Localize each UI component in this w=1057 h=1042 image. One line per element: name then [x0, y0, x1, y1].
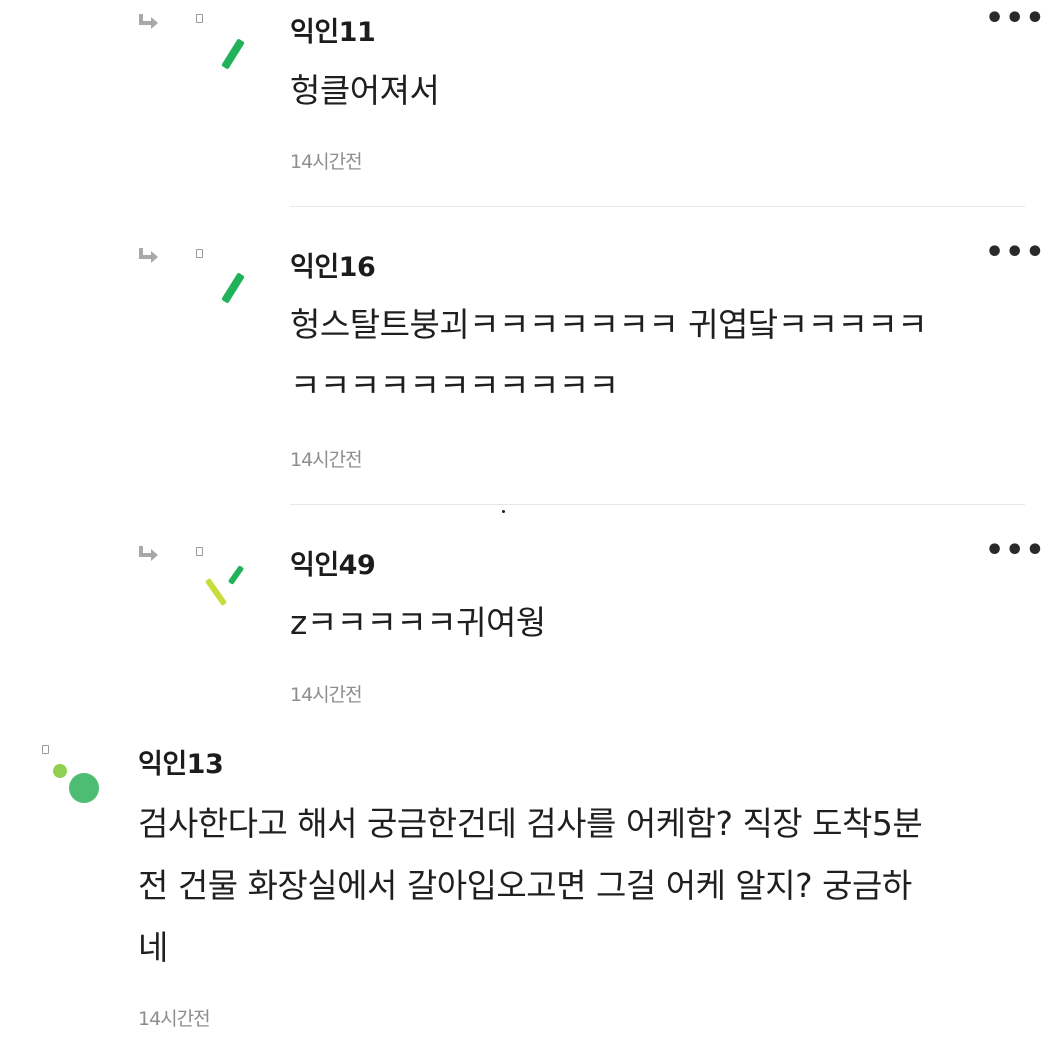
comment-text-line: 전 건물 화장실에서 갈아입오고면 그걸 어케 알지? 궁금하: [138, 866, 912, 905]
comment-time: 14시간전: [290, 449, 363, 471]
more-options-icon[interactable]: •••: [985, 4, 1046, 34]
avatar-icon: [221, 273, 245, 303]
comment-text-line: 검사한다고 해서 궁금한건데 검사를 어케함? 직장 도착5분: [138, 804, 923, 843]
divider: [290, 504, 1025, 505]
comment-text-line: 네: [138, 928, 168, 967]
comment-text: zㅋㅋㅋㅋㅋ귀여웡: [290, 603, 546, 642]
comment-author: 익인49: [290, 550, 376, 581]
comment-author: 익인16: [290, 252, 376, 283]
reply-arrow-icon: [139, 248, 158, 263]
comment-time: 14시간전: [290, 684, 363, 706]
small-square-icon: [196, 249, 203, 258]
comment-text-line: ㅋㅋㅋㅋㅋㅋㅋㅋㅋㅋㅋ: [290, 366, 619, 405]
comment-author: 익인11: [290, 17, 376, 48]
comment-author: 익인13: [138, 749, 224, 780]
reply-arrow-icon: [139, 546, 158, 561]
reply-arrow-icon: [139, 14, 158, 29]
small-square-icon: [196, 14, 203, 23]
avatar-icon: [221, 39, 245, 69]
comment-text-line: 헝스탈트붕괴ㅋㅋㅋㅋㅋㅋㅋ 귀엽닼ㅋㅋㅋㅋㅋ: [290, 305, 928, 344]
small-square-icon: [196, 547, 203, 556]
comment-time: 14시간전: [138, 1008, 211, 1030]
avatar-icon: [205, 565, 244, 606]
small-square-icon: [42, 745, 49, 754]
divider: [290, 206, 1025, 207]
comment-time: 14시간전: [290, 151, 363, 173]
stray-dot: [502, 510, 505, 513]
avatar-icon: [53, 764, 99, 803]
more-options-icon[interactable]: •••: [985, 238, 1046, 268]
comment-text: 헝클어져서: [290, 71, 440, 110]
more-options-icon[interactable]: •••: [985, 536, 1046, 566]
